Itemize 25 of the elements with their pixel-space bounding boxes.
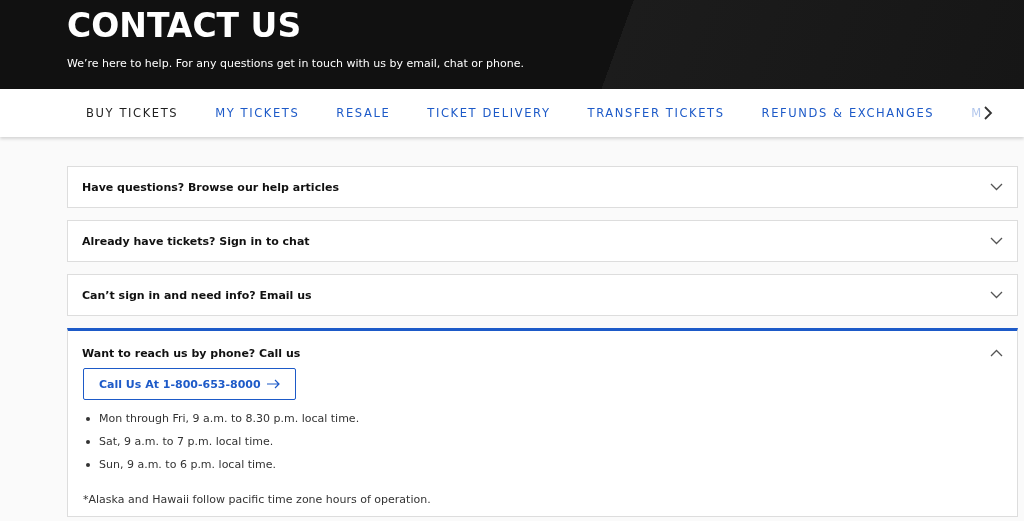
hours-text: Sun, 9 a.m. to 6 p.m. local time.	[99, 458, 277, 471]
nav-tab[interactable]: MY TICKETS	[215, 106, 300, 120]
hours-text: Sat, 9 a.m. to 7 p.m. local time.	[99, 435, 274, 448]
accordion-header[interactable]: Already have tickets? Sign in to chat	[68, 221, 1017, 261]
footnote: *Alaska and Hawaii follow pacific time zone hours of operation.	[83, 493, 432, 506]
accordion-header[interactable]: Can’t sign in and need info? Email us	[68, 275, 1017, 315]
nav-tab[interactable]: REFUNDS & EXCHANGES	[761, 106, 935, 120]
chevron-down-icon	[990, 291, 1003, 299]
page-title: CONTACT US	[67, 6, 303, 45]
page-subtitle: We’re here to help. For any questions get in touch with us by email, chat or phone.	[67, 57, 525, 70]
nav-tab[interactable]: RESALE	[336, 106, 391, 120]
chevron-down-icon	[990, 237, 1003, 245]
accordion-header[interactable]: Have questions? Browse our help articles	[68, 167, 1017, 207]
next-arrow-icon[interactable]	[982, 106, 993, 120]
bullet-icon	[86, 416, 90, 421]
nav-tab[interactable]: TRANSFER TICKETS	[587, 106, 725, 120]
bullet-icon	[86, 462, 90, 467]
chevron-down-icon	[990, 183, 1003, 191]
arrow-right-icon	[266, 379, 281, 389]
call-button[interactable]: Call Us At 1-800-653-8000	[83, 368, 296, 400]
bullet-icon	[86, 439, 90, 444]
hours-text: Mon through Fri, 9 a.m. to 8.30 p.m. local time.	[99, 412, 360, 425]
nav-tab[interactable]: BUY TICKETS	[86, 106, 179, 120]
nav-tab[interactable]: TICKET DELIVERY	[427, 106, 551, 120]
chevron-up-icon	[990, 349, 1003, 357]
